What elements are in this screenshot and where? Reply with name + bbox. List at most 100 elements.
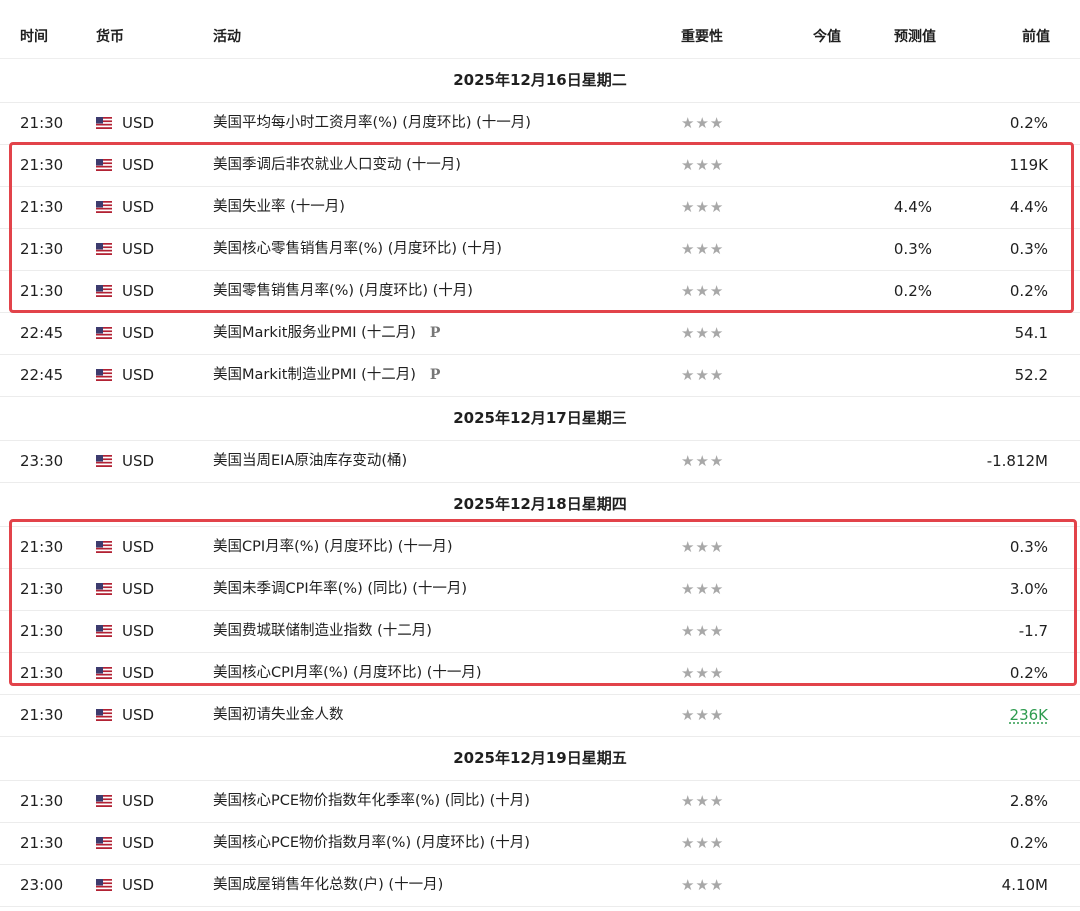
header-previous[interactable]: 前值 — [1022, 26, 1050, 46]
row-previous-link[interactable]: 236K — [1010, 695, 1048, 736]
us-flag-icon — [96, 159, 112, 171]
table-row[interactable]: 21:30 USD 美国平均每小时工资月率(%) (月度环比) (十一月) ★★… — [0, 103, 1080, 145]
row-time: 21:30 — [20, 538, 64, 556]
row-currency: USD — [122, 876, 155, 894]
row-previous: 3.0% — [1009, 580, 1048, 598]
table-row[interactable]: 23:30 USD 美国当周EIA原油库存变动(桶) ★★★ -1.812M — [0, 441, 1080, 483]
row-time: 21:30 — [20, 580, 64, 598]
date-row: 2025年12月19日星期五 — [0, 737, 1080, 781]
row-event[interactable]: 美国Markit制造业PMI (十二月) P — [213, 355, 440, 396]
row-currency: USD — [122, 198, 155, 216]
table-row[interactable]: 21:30 USD 美国核心CPI月率(%) (月度环比) (十一月) ★★★ … — [0, 653, 1080, 695]
row-previous: 4.10M — [1001, 876, 1048, 894]
row-event[interactable]: 美国核心PCE物价指数年化季率(%) (同比) (十月) — [213, 781, 530, 822]
table-row[interactable]: 23:00 USD 美国成屋销售年化总数(户) (十一月) ★★★ 4.10M — [0, 865, 1080, 907]
row-currency: USD — [122, 664, 155, 682]
table-row[interactable]: 21:30 USD 美国费城联储制造业指数 (十二月) ★★★ -1.7 — [0, 611, 1080, 653]
table-row[interactable]: 21:30 USD 美国未季调CPI年率(%) (同比) (十一月) ★★★ 3… — [0, 569, 1080, 611]
row-currency: USD — [122, 622, 155, 640]
us-flag-icon — [96, 709, 112, 721]
row-time: 21:30 — [20, 834, 64, 852]
importance-stars-icon: ★★★ — [681, 240, 725, 258]
row-previous: 0.2% — [1009, 664, 1048, 682]
header-importance[interactable]: 重要性 — [681, 26, 723, 46]
row-time: 21:30 — [20, 114, 64, 132]
row-event[interactable]: 美国当周EIA原油库存变动(桶) — [213, 441, 407, 482]
header-event[interactable]: 活动 — [213, 26, 241, 46]
row-event[interactable]: 美国成屋销售年化总数(户) (十一月) — [213, 865, 443, 906]
table-row[interactable]: 21:30 USD 美国失业率 (十一月) ★★★ 4.4% 4.4% — [0, 187, 1080, 229]
row-previous: 119K — [1009, 156, 1048, 174]
importance-stars-icon: ★★★ — [681, 580, 725, 598]
row-time: 22:45 — [20, 324, 64, 342]
row-currency: USD — [122, 324, 155, 342]
row-time: 21:30 — [20, 240, 64, 258]
table-row[interactable]: 21:30 USD 美国季调后非农就业人口变动 (十一月) ★★★ 119K — [0, 145, 1080, 187]
header-actual[interactable]: 今值 — [813, 26, 841, 46]
row-previous: 4.4% — [1009, 198, 1048, 216]
row-event[interactable]: 美国核心PCE物价指数月率(%) (月度环比) (十月) — [213, 823, 530, 864]
header-currency[interactable]: 货币 — [96, 26, 124, 46]
row-event[interactable]: 美国核心CPI月率(%) (月度环比) (十一月) — [213, 653, 482, 694]
row-previous: 0.2% — [1009, 114, 1048, 132]
us-flag-icon — [96, 455, 112, 467]
us-flag-icon — [96, 243, 112, 255]
row-currency: USD — [122, 156, 155, 174]
importance-stars-icon: ★★★ — [681, 622, 725, 640]
table-row[interactable]: 21:30 USD 美国初请失业金人数 ★★★ 236K — [0, 695, 1080, 737]
row-event-text: 美国Markit服务业PMI (十二月) — [213, 325, 416, 341]
us-flag-icon — [96, 541, 112, 553]
us-flag-icon — [96, 369, 112, 381]
table-row[interactable]: 21:30 USD 美国核心零售销售月率(%) (月度环比) (十月) ★★★ … — [0, 229, 1080, 271]
row-time: 22:45 — [20, 366, 64, 384]
table-row[interactable]: 22:45 USD 美国Markit制造业PMI (十二月) P ★★★ 52.2 — [0, 355, 1080, 397]
row-time: 21:30 — [20, 792, 64, 810]
row-currency: USD — [122, 366, 155, 384]
row-event[interactable]: 美国季调后非农就业人口变动 (十一月) — [213, 145, 461, 186]
date-row: 2025年12月16日星期二 — [0, 59, 1080, 103]
row-forecast: 4.4% — [893, 198, 932, 216]
table-row[interactable]: 22:45 USD 美国Markit服务业PMI (十二月) P ★★★ 54.1 — [0, 313, 1080, 355]
table-row[interactable]: 21:30 USD 美国CPI月率(%) (月度环比) (十一月) ★★★ 0.… — [0, 527, 1080, 569]
row-previous: 2.8% — [1009, 792, 1048, 810]
importance-stars-icon: ★★★ — [681, 538, 725, 556]
importance-stars-icon: ★★★ — [681, 282, 725, 300]
row-currency: USD — [122, 538, 155, 556]
row-event[interactable]: 美国核心零售销售月率(%) (月度环比) (十月) — [213, 229, 502, 270]
row-time: 23:30 — [20, 452, 64, 470]
preliminary-badge: P — [429, 367, 441, 383]
row-time: 21:30 — [20, 198, 64, 216]
header-forecast[interactable]: 预测值 — [894, 26, 936, 46]
row-event[interactable]: 美国失业率 (十一月) — [213, 187, 345, 228]
row-event[interactable]: 美国Markit服务业PMI (十二月) P — [213, 313, 440, 354]
us-flag-icon — [96, 117, 112, 129]
date-row: 2025年12月18日星期四 — [0, 483, 1080, 527]
table-row[interactable]: 21:30 USD 美国核心PCE物价指数月率(%) (月度环比) (十月) ★… — [0, 823, 1080, 865]
table-header: 时间 货币 活动 重要性 今值 预测值 前值 — [0, 0, 1080, 59]
row-currency: USD — [122, 792, 155, 810]
row-event[interactable]: 美国零售销售月率(%) (月度环比) (十月) — [213, 271, 473, 312]
importance-stars-icon: ★★★ — [681, 876, 725, 894]
row-event-text: 美国Markit制造业PMI (十二月) — [213, 367, 416, 383]
row-currency: USD — [122, 580, 155, 598]
row-currency: USD — [122, 240, 155, 258]
row-previous: 0.3% — [1009, 538, 1048, 556]
importance-stars-icon: ★★★ — [681, 324, 725, 342]
us-flag-icon — [96, 285, 112, 297]
row-time: 21:30 — [20, 664, 64, 682]
row-event[interactable]: 美国CPI月率(%) (月度环比) (十一月) — [213, 527, 453, 568]
row-event[interactable]: 美国未季调CPI年率(%) (同比) (十一月) — [213, 569, 467, 610]
us-flag-icon — [96, 667, 112, 679]
us-flag-icon — [96, 837, 112, 849]
row-event[interactable]: 美国费城联储制造业指数 (十二月) — [213, 611, 432, 652]
row-time: 21:30 — [20, 706, 64, 724]
table-row[interactable]: 21:30 USD 美国零售销售月率(%) (月度环比) (十月) ★★★ 0.… — [0, 271, 1080, 313]
row-event[interactable]: 美国平均每小时工资月率(%) (月度环比) (十一月) — [213, 103, 531, 144]
row-previous: -1.812M — [986, 452, 1048, 470]
header-time[interactable]: 时间 — [20, 26, 48, 46]
row-forecast: 0.2% — [893, 282, 932, 300]
row-time: 21:30 — [20, 156, 64, 174]
table-row[interactable]: 21:30 USD 美国核心PCE物价指数年化季率(%) (同比) (十月) ★… — [0, 781, 1080, 823]
row-time: 23:00 — [20, 876, 64, 894]
row-event[interactable]: 美国初请失业金人数 — [213, 695, 344, 736]
